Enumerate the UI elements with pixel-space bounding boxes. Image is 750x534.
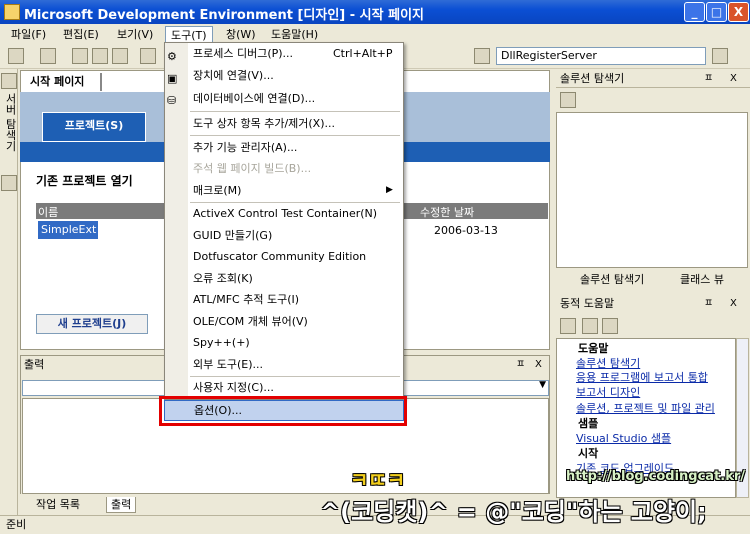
menu-view[interactable]: 보기(V) xyxy=(112,26,158,43)
close-icon[interactable]: X xyxy=(730,70,737,88)
menu-item-addin-manager[interactable]: 추가 기능 관리자(A)... xyxy=(190,137,400,158)
open-file-icon[interactable] xyxy=(72,48,88,64)
dynamic-help-title: 동적 도움말 xyxy=(560,297,615,310)
menu-item-shortcut: Ctrl+Alt+P xyxy=(333,47,393,60)
menu-item-connect-device[interactable]: 장치에 연결(V)... xyxy=(190,65,400,86)
menu-separator xyxy=(190,111,400,112)
close-icon[interactable]: X xyxy=(535,356,542,374)
pin-icon[interactable]: ㅍ xyxy=(516,356,525,374)
debug-process-icon: ⚙ xyxy=(167,50,177,63)
menu-item-create-guid[interactable]: GUID 만들기(G) xyxy=(190,225,400,246)
help-section-title: 시작 xyxy=(578,447,599,460)
tab-start-page[interactable]: 시작 페이지 xyxy=(26,73,102,91)
project-row-name[interactable]: SimpleExt xyxy=(38,221,98,239)
watermark-main: ^(코딩캣)^ = @"코딩"하는 고양이; xyxy=(320,498,707,526)
help-section-title: 도움말 xyxy=(578,342,609,355)
help-section-title: 샘플 xyxy=(578,417,599,430)
menu-item-atl-mfc-trace[interactable]: ATL/MFC 추적 도구(I) xyxy=(190,289,400,310)
add-item-icon[interactable] xyxy=(40,48,56,64)
tab-solution-explorer[interactable]: 솔루션 탐색기 xyxy=(580,272,644,288)
server-explorer-tab[interactable]: 서버 탐색기 xyxy=(2,93,18,152)
minimize-button[interactable]: _ xyxy=(684,2,705,22)
menu-item-build-comment-pages: 주석 웹 페이지 빌드(B)... xyxy=(193,162,312,175)
menu-item-ole-com-viewer[interactable]: OLE/COM 개체 뷰어(V) xyxy=(190,311,400,332)
menu-item-external-tools[interactable]: 외부 도구(E)... xyxy=(190,354,400,375)
menu-item-error-lookup[interactable]: 오류 조회(K) xyxy=(190,268,400,289)
menu-item-debug-processes[interactable]: 프로세스 디버그(P)... Ctrl+Alt+P xyxy=(190,43,400,64)
submenu-arrow-icon: ▶ xyxy=(386,185,393,195)
side-toolbox: 서버 탐색기 xyxy=(0,69,18,519)
output-title-text: 출력 xyxy=(24,358,45,371)
tab-task-list[interactable]: 작업 목록 xyxy=(32,497,84,513)
open-project-heading: 기존 프로젝트 열기 xyxy=(36,174,133,188)
toolbox-icon[interactable] xyxy=(1,175,17,191)
pin-icon[interactable]: ㅍ xyxy=(704,295,713,313)
solution-explorer-title: 솔루션 탐색기 xyxy=(560,72,625,85)
menu-edit[interactable]: 편집(E) xyxy=(58,26,104,43)
index-icon[interactable] xyxy=(582,318,598,334)
project-row-date: 2006-03-13 xyxy=(434,224,498,237)
watermark-url: http://blog.codingcat.kr/ xyxy=(566,469,746,484)
window-title: Microsoft Development Environment [디자인] … xyxy=(24,8,425,23)
solution-explorer-header: 솔루션 탐색기 ㅍ X xyxy=(556,70,750,88)
tab-output[interactable]: 출력 xyxy=(106,497,137,513)
dynamic-help-header: 동적 도움말 ㅍ X xyxy=(556,295,750,313)
database-icon: ⛁ xyxy=(167,94,177,107)
app-icon xyxy=(4,4,20,20)
search-icon[interactable] xyxy=(602,318,618,334)
menu-item-label: 매크로(M) xyxy=(193,184,242,197)
contents-icon[interactable] xyxy=(560,318,576,334)
menu-item-activex-test-container[interactable]: ActiveX Control Test Container(N) xyxy=(190,203,400,224)
chevron-down-icon: ▼ xyxy=(539,380,546,390)
save-all-icon[interactable] xyxy=(112,48,128,64)
menu-separator xyxy=(190,135,400,136)
find-combo[interactable]: DllRegisterServer xyxy=(496,47,706,65)
cut-icon[interactable] xyxy=(140,48,156,64)
menu-window[interactable]: 창(W) xyxy=(221,26,261,43)
help-link[interactable]: Visual Studio 샘플 xyxy=(576,430,671,446)
watermark-top: ㅋㄸㅋ xyxy=(350,468,406,492)
maximize-button[interactable]: □ xyxy=(706,2,727,22)
menu-item-connect-database[interactable]: 데이터베이스에 연결(D)... xyxy=(190,88,400,109)
properties-icon[interactable] xyxy=(560,92,576,108)
device-icon: ▣ xyxy=(167,72,178,85)
close-icon[interactable]: X xyxy=(730,295,737,313)
menu-item-dotfuscator[interactable]: Dotfuscator Community Edition xyxy=(190,246,400,267)
solution-explorer-icon[interactable] xyxy=(712,48,728,64)
menu-help[interactable]: 도움말(H) xyxy=(266,26,323,43)
highlight-box xyxy=(159,396,407,426)
solution-tree[interactable] xyxy=(556,112,748,268)
help-link[interactable]: 응용 프로그램에 보고서 통합 xyxy=(576,369,708,385)
tab-projects[interactable]: 프로젝트(S) xyxy=(42,112,146,142)
menu-file[interactable]: 파일(F) xyxy=(6,26,51,43)
save-icon[interactable] xyxy=(92,48,108,64)
menu-tools[interactable]: 도구(T) xyxy=(165,26,213,43)
close-button[interactable]: X xyxy=(728,2,749,22)
column-modified[interactable]: 수정한 날짜 xyxy=(420,204,474,220)
help-link[interactable]: 솔루션, 프로젝트 및 파일 관리 xyxy=(576,400,715,416)
menu-item-customize[interactable]: 사용자 지정(C)... xyxy=(190,377,400,398)
new-project-icon[interactable] xyxy=(8,48,24,64)
pin-icon[interactable]: ㅍ xyxy=(704,70,713,88)
tab-class-view[interactable]: 클래스 뷰 xyxy=(680,272,724,288)
column-name[interactable]: 이름 xyxy=(38,204,58,220)
menu-item-spy[interactable]: Spy++(+) xyxy=(190,332,400,353)
title-bar: Microsoft Development Environment [디자인] … xyxy=(0,0,750,24)
menu-item-macros[interactable]: 매크로(M) ▶ xyxy=(190,180,400,201)
menu-item-label: 프로세스 디버그(P)... xyxy=(193,47,294,60)
new-project-button[interactable]: 새 프로젝트(J) xyxy=(36,314,148,334)
find-icon[interactable] xyxy=(474,48,490,64)
server-explorer-icon[interactable] xyxy=(1,73,17,89)
help-link[interactable]: 보고서 디자인 xyxy=(576,384,640,400)
menu-item-toolbox-items[interactable]: 도구 상자 항목 추가/제거(X)... xyxy=(190,113,400,134)
